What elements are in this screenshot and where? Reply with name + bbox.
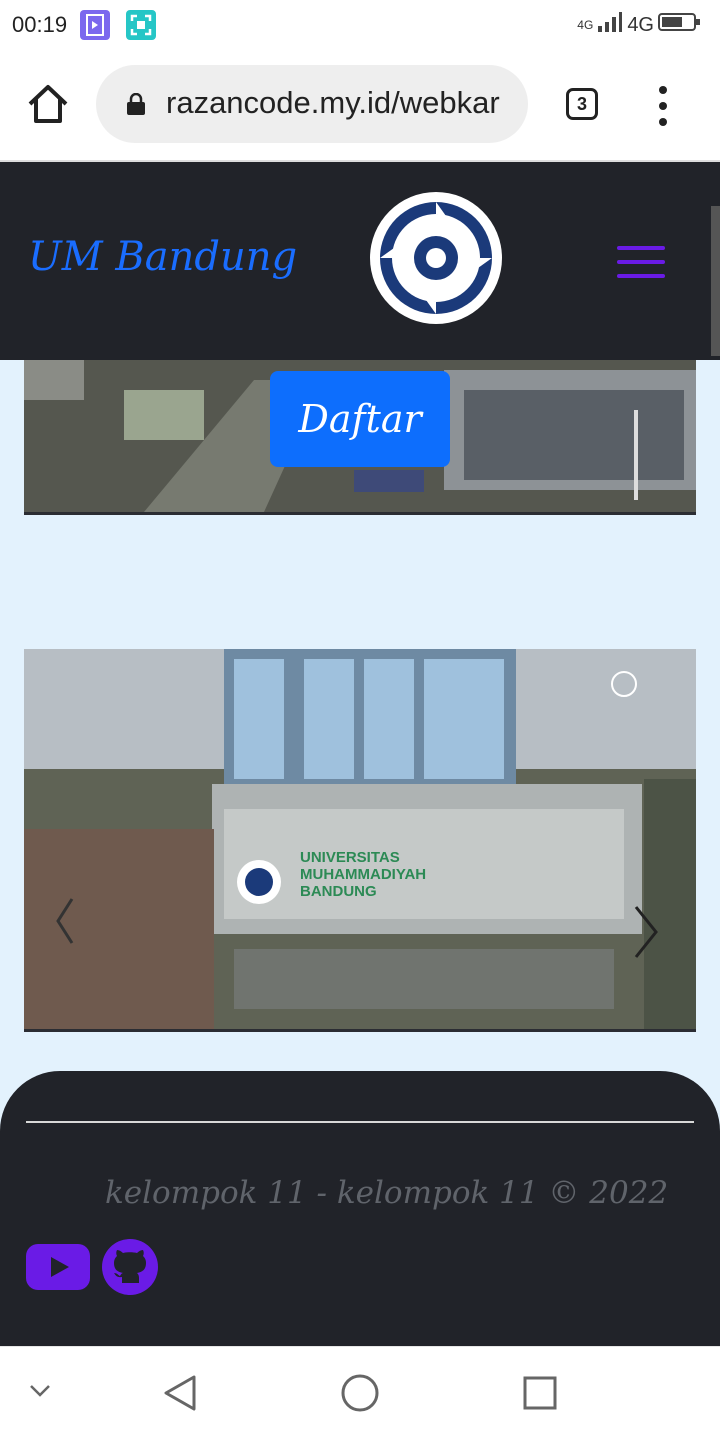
status-indicators: 4G 4G [577,10,702,40]
tab-switcher-button[interactable]: 3 [566,88,598,120]
university-logo[interactable] [370,192,502,324]
battery-icon [658,11,702,39]
carousel-next-icon[interactable] [628,904,658,959]
chevron-down-icon[interactable] [28,1383,52,1404]
site-brand[interactable]: UM Bandung [28,234,297,280]
site-navbar: UM Bandung [0,162,720,360]
browser-toolbar: razancode.my.id/webkar 3 [0,50,720,162]
campus-carousel[interactable]: UNIVERSITAS MUHAMMADIYAH BANDUNG [24,649,696,1032]
site-footer: kelompok 11 - kelompok 11 © 2022 [0,1071,720,1351]
status-time: 00:19 [12,12,68,37]
screenshot-icon [126,10,156,40]
hamburger-menu-button[interactable] [617,246,665,280]
scrollbar-thumb[interactable] [711,206,720,356]
sign-line-1: UNIVERSITAS [300,849,400,866]
building-sign: UNIVERSITAS MUHAMMADIYAH BANDUNG [300,849,426,900]
sign-line-3: BANDUNG [300,883,377,900]
sign-line-2: MUHAMMADIYAH [300,866,427,883]
carousel-prev-icon[interactable] [54,899,84,949]
address-bar[interactable]: razancode.my.id/webkar [96,65,528,143]
signal-icon [597,11,623,39]
status-bar: 00:19 4G 4G [0,0,720,50]
lock-icon [126,92,146,115]
home-circle-icon[interactable] [340,1373,380,1418]
system-navigation-bar [0,1346,720,1441]
home-icon[interactable] [24,80,72,128]
recents-icon[interactable] [522,1375,558,1416]
more-vert-icon[interactable] [650,86,676,126]
screen-record-icon [80,10,110,40]
github-icon[interactable] [102,1239,158,1295]
back-icon[interactable] [160,1373,200,1418]
youtube-icon[interactable] [26,1244,90,1290]
network-type-small: 4G [577,18,594,32]
url-text: razancode.my.id/webkar [166,85,500,120]
footer-copyright: kelompok 11 - kelompok 11 © 2022 [105,1175,669,1211]
footer-divider [26,1121,694,1123]
daftar-button[interactable]: Daftar [270,371,450,467]
network-type: 4G [627,13,654,36]
